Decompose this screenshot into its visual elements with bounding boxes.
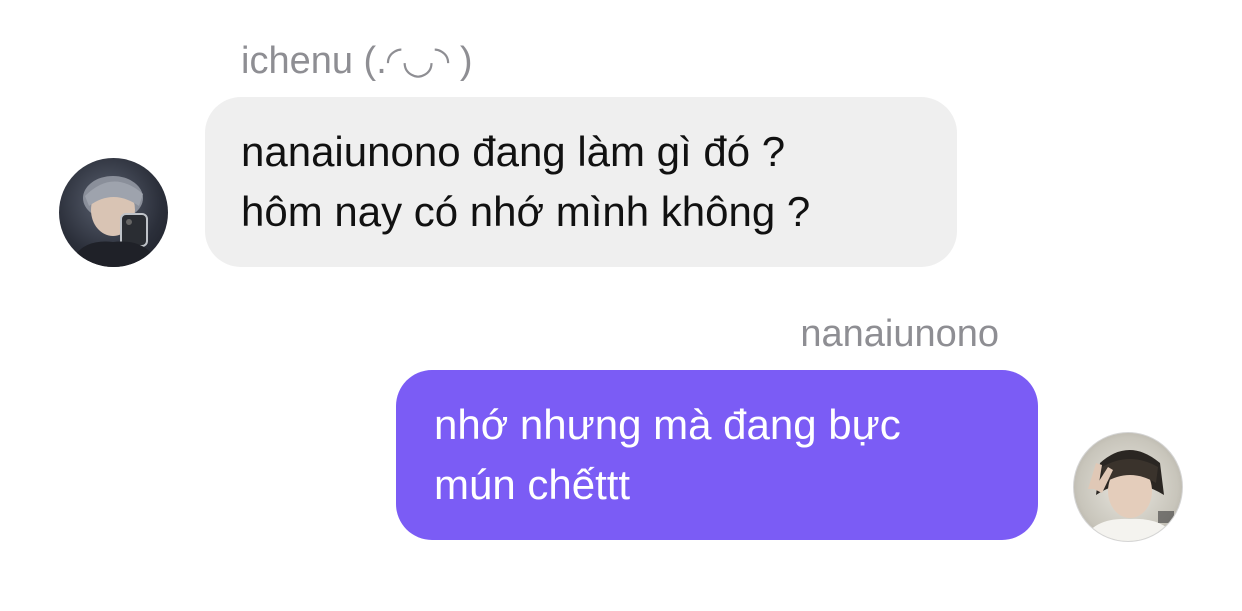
sender-name-outgoing: nanaiunono — [800, 313, 999, 355]
message-line: mún chếttt — [434, 461, 631, 508]
message-line: hôm nay có nhớ mình không ? — [241, 188, 811, 235]
avatar-incoming[interactable] — [59, 158, 168, 267]
user-avatar-icon — [1082, 450, 1178, 541]
message-line: nanaiunono đang làm gì đó ? — [241, 128, 786, 175]
message-bubble-incoming[interactable]: nanaiunono đang làm gì đó ? hôm nay có n… — [205, 97, 957, 267]
user-avatar-icon — [69, 176, 159, 267]
avatar-outgoing[interactable] — [1073, 432, 1183, 542]
sender-name-incoming: ichenu (.◜◡◝ ) — [241, 40, 473, 82]
message-bubble-outgoing[interactable]: nhớ nhưng mà đang bực mún chếttt — [396, 370, 1038, 540]
message-line: nhớ nhưng mà đang bực — [434, 401, 901, 448]
